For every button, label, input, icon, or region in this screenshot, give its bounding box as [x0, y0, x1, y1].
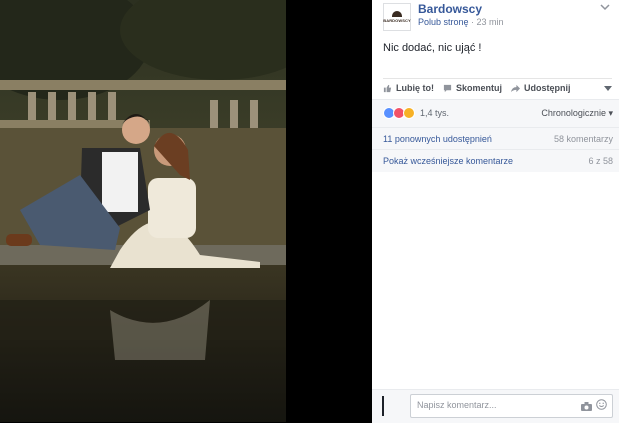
comment-label: Skomentuj	[456, 83, 503, 93]
share-arrow-icon	[511, 84, 521, 93]
shares-link[interactable]: 11 ponownych udostępnień	[383, 134, 492, 144]
earlier-comments-row: Pokaż wcześniejsze komentarze 6 z 58	[372, 149, 619, 172]
page-avatar[interactable]: BARDOWSCY	[383, 3, 411, 31]
avatar-brand-text: BARDOWSCY	[383, 18, 411, 23]
post-actions: Lubię to! Skomentuj Udostępnij	[383, 78, 612, 97]
sort-label: Chronologicznie	[541, 108, 606, 118]
wow-reaction-icon	[403, 107, 415, 119]
comment-sort-dropdown[interactable]: Chronologicznie ▾	[541, 108, 613, 119]
reaction-icons[interactable]	[383, 107, 415, 119]
comments-count: 58 komentarzy	[553, 134, 613, 144]
like-button[interactable]: Lubię to!	[383, 83, 434, 93]
post-text: Nic dodać, nic ująć !	[383, 42, 482, 54]
show-earlier-comments-link[interactable]: Pokaż wcześniejsze komentarze	[383, 156, 513, 166]
follow-page-link[interactable]: Polub stronę	[418, 17, 469, 27]
shares-row: 11 ponownych udostępnień 58 komentarzy	[372, 127, 619, 150]
comment-composer	[372, 389, 619, 423]
emoji-icon[interactable]	[596, 399, 607, 410]
lightbox-gap	[286, 0, 372, 422]
photo-illustration	[0, 0, 286, 422]
share-label: Udostępnij	[524, 83, 571, 93]
share-button[interactable]: Udostępnij	[511, 83, 571, 93]
comment-bubble-icon	[443, 84, 452, 93]
camera-icon[interactable]	[581, 400, 592, 411]
post-photo[interactable]	[0, 0, 286, 422]
coffee-cup-icon	[392, 11, 402, 17]
comment-button[interactable]: Skomentuj	[443, 83, 502, 93]
post-timestamp[interactable]: 23 min	[477, 17, 504, 27]
page-name-link[interactable]: Bardowscy	[418, 2, 482, 16]
user-avatar	[382, 396, 384, 416]
comments-pagination: 6 z 58	[588, 156, 613, 166]
sort-caret-icon: ▾	[608, 108, 613, 118]
comments-sidebar: BARDOWSCY Bardowscy Polub stronę · 23 mi…	[372, 0, 619, 423]
reaction-count[interactable]: 1,4 tys.	[420, 108, 449, 118]
meta-separator: ·	[468, 17, 477, 27]
like-label: Lubię to!	[396, 83, 434, 93]
reactions-bar: 1,4 tys. Chronologicznie ▾	[372, 99, 619, 128]
comment-input-wrapper	[410, 394, 613, 418]
comments-list	[383, 172, 612, 389]
post-options-chevron-icon[interactable]	[600, 2, 610, 14]
comment-input[interactable]	[411, 395, 573, 415]
share-menu-caret-icon[interactable]	[604, 83, 612, 93]
thumbs-up-icon	[383, 84, 392, 93]
post-meta: Polub stronę · 23 min	[418, 17, 504, 27]
